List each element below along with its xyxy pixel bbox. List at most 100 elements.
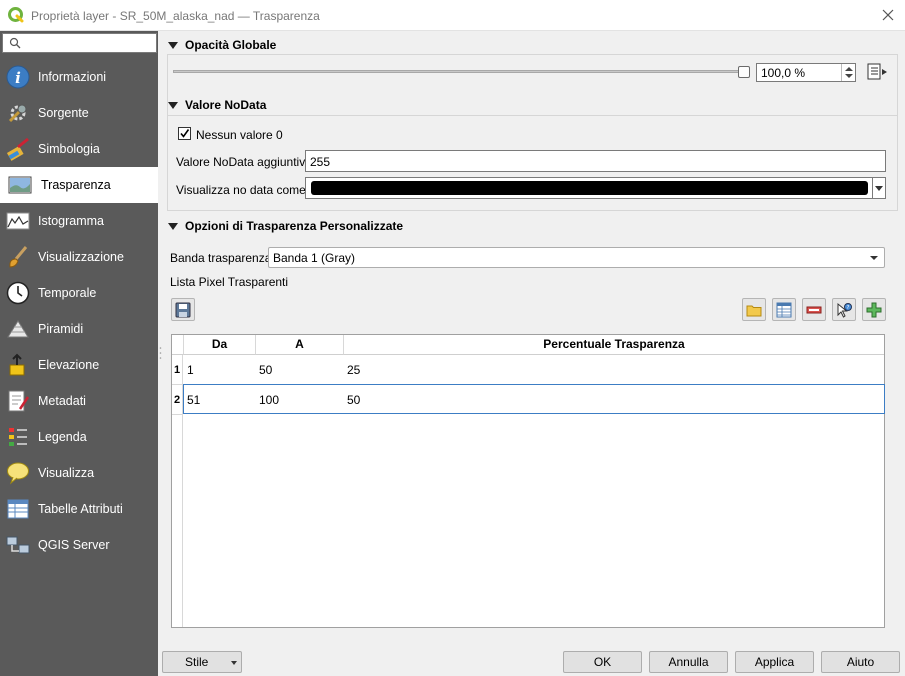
column-header-to[interactable]: A	[256, 335, 344, 355]
cell-percent[interactable]: 25	[347, 355, 360, 385]
band-combobox[interactable]: Banda 1 (Gray)	[268, 247, 885, 268]
row-header[interactable]: 2	[172, 385, 183, 415]
chevron-down-icon	[870, 256, 878, 260]
opacity-slider-track[interactable]	[173, 70, 749, 73]
chevron-down-icon	[231, 661, 237, 665]
custom-transparency-section-header[interactable]: Opzioni di Trasparenza Personalizzate	[168, 219, 403, 233]
row-header-area	[172, 415, 183, 627]
spin-up-icon[interactable]	[845, 67, 853, 71]
sidebar-item-label: Visualizzazione	[38, 250, 124, 264]
collapse-triangle-icon	[168, 42, 178, 49]
pick-from-map-button[interactable]: ?	[832, 298, 856, 321]
sidebar-item-label: QGIS Server	[38, 538, 110, 552]
import-file-button[interactable]	[742, 298, 766, 321]
opacity-spinbox[interactable]: 100,0 %	[756, 63, 856, 82]
nodata-color-swatch	[311, 181, 868, 195]
no-value-number: 0	[276, 128, 283, 142]
info-icon: i	[6, 65, 30, 89]
opacity-section-header[interactable]: Opacità Globale	[168, 38, 276, 52]
pixel-list-label: Lista Pixel Trasparenti	[170, 275, 289, 289]
sidebar-item-label: Istogramma	[38, 214, 104, 228]
sidebar-item-label: Piramidi	[38, 322, 84, 336]
table-icon	[776, 302, 792, 318]
sidebar-item-elevazione[interactable]: Elevazione	[0, 347, 158, 383]
svg-text:i: i	[15, 69, 21, 87]
column-header-from[interactable]: Da	[184, 335, 256, 355]
sidebar-item-label: Temporale	[38, 286, 97, 300]
sidebar-item-label: Informazioni	[38, 70, 107, 84]
sidebar-item-label: Visualizza	[38, 466, 95, 480]
metadata-icon	[8, 390, 30, 412]
sidebar-item-label: Elevazione	[38, 358, 100, 372]
chevron-down-icon	[875, 186, 883, 191]
identify-pointer-icon: ?	[837, 302, 852, 318]
spin-down-icon[interactable]	[845, 74, 853, 78]
pyramids-icon	[7, 320, 29, 338]
sidebar-item-simbologia[interactable]: Simbologia	[0, 131, 158, 167]
style-menu-button[interactable]: Stile	[162, 651, 242, 673]
sidebar-item-label: Trasparenza	[41, 178, 111, 192]
transparency-icon	[8, 176, 32, 194]
sidebar-item-temporale[interactable]: Temporale	[0, 275, 158, 311]
remove-row-button[interactable]	[802, 298, 826, 321]
column-header-percent[interactable]: Percentuale Trasparenza	[344, 335, 884, 355]
spin-arrows[interactable]	[841, 64, 855, 81]
transparent-pixel-table[interactable]: Da A Percentuale Trasparenza 1 1 50 25 2…	[171, 334, 885, 628]
ok-button[interactable]: OK	[563, 651, 642, 673]
display-speech-icon	[7, 462, 29, 485]
sidebar-item-trasparenza[interactable]: Trasparenza	[0, 167, 158, 203]
sidebar-item-visualizzazione[interactable]: Visualizzazione	[0, 239, 158, 275]
sidebar-item-label: Tabelle Attributi	[38, 502, 123, 516]
save-list-button[interactable]	[171, 298, 195, 321]
add-row-button[interactable]	[862, 298, 886, 321]
close-icon[interactable]	[880, 7, 896, 23]
sidebar-item-informazioni[interactable]: i Informazioni	[0, 59, 158, 95]
opacity-slider-handle[interactable]	[738, 66, 750, 78]
cancel-button[interactable]: Annulla	[649, 651, 728, 673]
help-button[interactable]: Aiuto	[821, 651, 900, 673]
sidebar-item-metadati[interactable]: Metadati	[0, 383, 158, 419]
sidebar-item-piramidi[interactable]: Piramidi	[0, 311, 158, 347]
cell-to[interactable]: 50	[259, 355, 272, 385]
search-input[interactable]	[2, 33, 157, 53]
row-header[interactable]: 1	[172, 355, 183, 385]
sidebar-item-label: Sorgente	[38, 106, 89, 120]
no-value-label: Nessun valore	[196, 128, 273, 142]
qgis-logo-icon	[8, 7, 24, 23]
data-defined-override-icon[interactable]	[865, 62, 889, 82]
no-value-checkbox[interactable]	[178, 127, 191, 140]
legend-icon	[9, 428, 27, 446]
table-row-selected[interactable]: 51 100 50	[183, 384, 885, 414]
apply-button[interactable]: Applica	[735, 651, 814, 673]
cell-to[interactable]: 100	[259, 385, 279, 415]
sidebar-item-legenda[interactable]: Legenda	[0, 419, 158, 455]
cell-from[interactable]: 1	[187, 355, 194, 385]
nodata-color-dropdown[interactable]	[873, 177, 886, 199]
qgis-server-icon	[6, 536, 30, 554]
sidebar-item-label: Metadati	[38, 394, 86, 408]
rendering-brush-icon	[9, 246, 28, 268]
band-label: Banda trasparenza	[170, 251, 272, 265]
table-row[interactable]: 1 50 25	[184, 355, 884, 385]
collapse-triangle-icon	[168, 102, 178, 109]
histogram-icon	[6, 212, 30, 230]
default-values-button[interactable]	[772, 298, 796, 321]
sidebar-item-qgis-server[interactable]: QGIS Server	[0, 527, 158, 563]
sidebar-item-tabelle-attributi[interactable]: Tabelle Attributi	[0, 491, 158, 527]
nodata-section-header[interactable]: Valore NoData	[168, 98, 266, 112]
clock-icon	[6, 281, 30, 305]
elevation-icon	[9, 353, 25, 376]
nodata-color-button[interactable]	[305, 177, 873, 199]
remove-icon	[806, 306, 822, 314]
symbology-brush-icon	[6, 137, 29, 161]
save-icon	[175, 302, 191, 318]
sidebar-item-visualizza[interactable]: Visualizza	[0, 455, 158, 491]
additional-nodata-input[interactable]: 255	[305, 150, 886, 172]
cell-from[interactable]: 51	[187, 385, 200, 415]
window-title: Proprietà layer - SR_50M_alaska_nad — Tr…	[31, 9, 320, 23]
cell-percent[interactable]: 50	[347, 385, 360, 415]
display-nodata-label: Visualizza no data come	[176, 183, 306, 197]
checkmark-icon	[180, 129, 190, 138]
sidebar-item-istogramma[interactable]: Istogramma	[0, 203, 158, 239]
sidebar-item-sorgente[interactable]: Sorgente	[0, 95, 158, 131]
